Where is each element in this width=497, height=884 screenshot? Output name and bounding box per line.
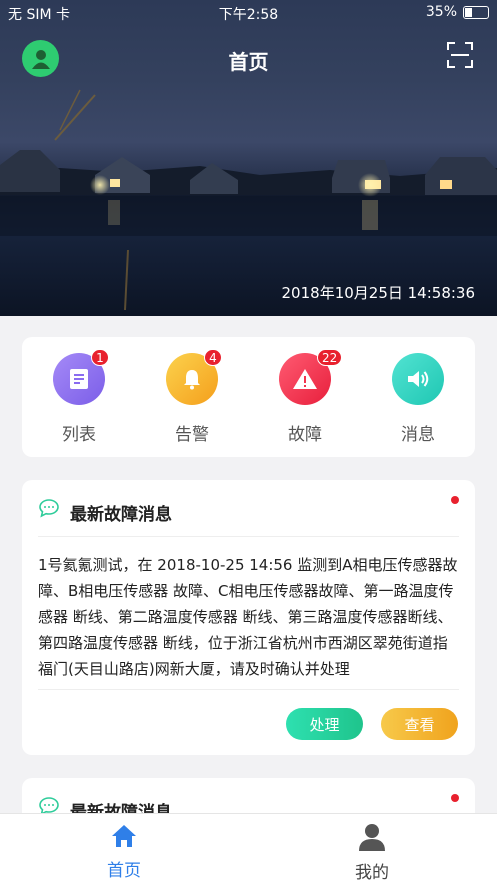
warning-icon-circle: 22 xyxy=(279,349,343,405)
status-bar: 无 SIM 卡 下午2:58 35% xyxy=(0,0,497,26)
tab-home[interactable]: 首页 xyxy=(64,822,184,881)
message-body: 1号氦氪测试，在 2018-10-25 14:56 监测到A相电压传感器故障、B… xyxy=(38,556,458,678)
menu-label-alarm: 告警 xyxy=(175,425,209,445)
alarm-badge: 4 xyxy=(204,349,222,366)
menu-item-alarm[interactable]: 4 告警 xyxy=(147,349,237,445)
fault-message-card: 最新故障消息 1号氦氪测试，在 2018-10-25 14:56 监测到A相电压… xyxy=(22,480,475,755)
message-title: 最新故障消息 xyxy=(70,505,172,525)
menu-item-list[interactable]: 1 列表 xyxy=(34,349,124,445)
status-right: 35% xyxy=(426,4,489,20)
page-title: 首页 xyxy=(228,50,269,74)
bottom-tab-bar: 首页 我的 xyxy=(0,813,497,884)
chat-bubble-icon xyxy=(39,499,59,518)
tab-profile[interactable]: 我的 xyxy=(312,822,432,883)
scan-button[interactable] xyxy=(447,42,473,68)
warning-icon xyxy=(293,369,317,389)
bell-icon-circle: 4 xyxy=(166,349,222,405)
hero-banner: 无 SIM 卡 下午2:58 35% 首页 2018年10月25日 14:58:… xyxy=(0,0,497,316)
list-badge: 1 xyxy=(91,349,109,366)
hero-datetime: 2018年10月25日 14:58:36 xyxy=(281,284,475,302)
status-time: 下午2:58 xyxy=(218,7,279,23)
fault-badge: 22 xyxy=(317,349,343,366)
speaker-icon-circle xyxy=(392,353,444,405)
process-button[interactable]: 处理 xyxy=(286,708,363,740)
menu-item-fault[interactable]: 22 故障 xyxy=(260,349,350,445)
battery-icon xyxy=(463,5,489,19)
menu-label-message: 消息 xyxy=(401,425,435,445)
view-button[interactable]: 查看 xyxy=(381,708,458,740)
profile-icon xyxy=(359,824,385,851)
list-icon xyxy=(70,369,88,389)
menu-item-message[interactable]: 消息 xyxy=(373,353,463,445)
bell-icon xyxy=(184,370,200,390)
menu-label-list: 列表 xyxy=(62,425,96,445)
body-divider xyxy=(38,689,459,690)
quick-menu: 1 列表 4 告警 22 故障 消息 xyxy=(22,337,475,457)
scan-icon xyxy=(447,42,473,68)
tab-home-label: 首页 xyxy=(107,861,141,881)
list-icon-circle: 1 xyxy=(53,349,109,405)
unread-dot xyxy=(451,794,459,802)
speaker-icon xyxy=(408,371,429,387)
home-icon xyxy=(112,825,136,847)
unread-dot xyxy=(451,496,459,504)
menu-label-fault: 故障 xyxy=(288,425,322,445)
title-divider xyxy=(38,536,459,537)
battery-percent: 35% xyxy=(425,4,457,20)
tab-profile-label: 我的 xyxy=(355,863,389,883)
